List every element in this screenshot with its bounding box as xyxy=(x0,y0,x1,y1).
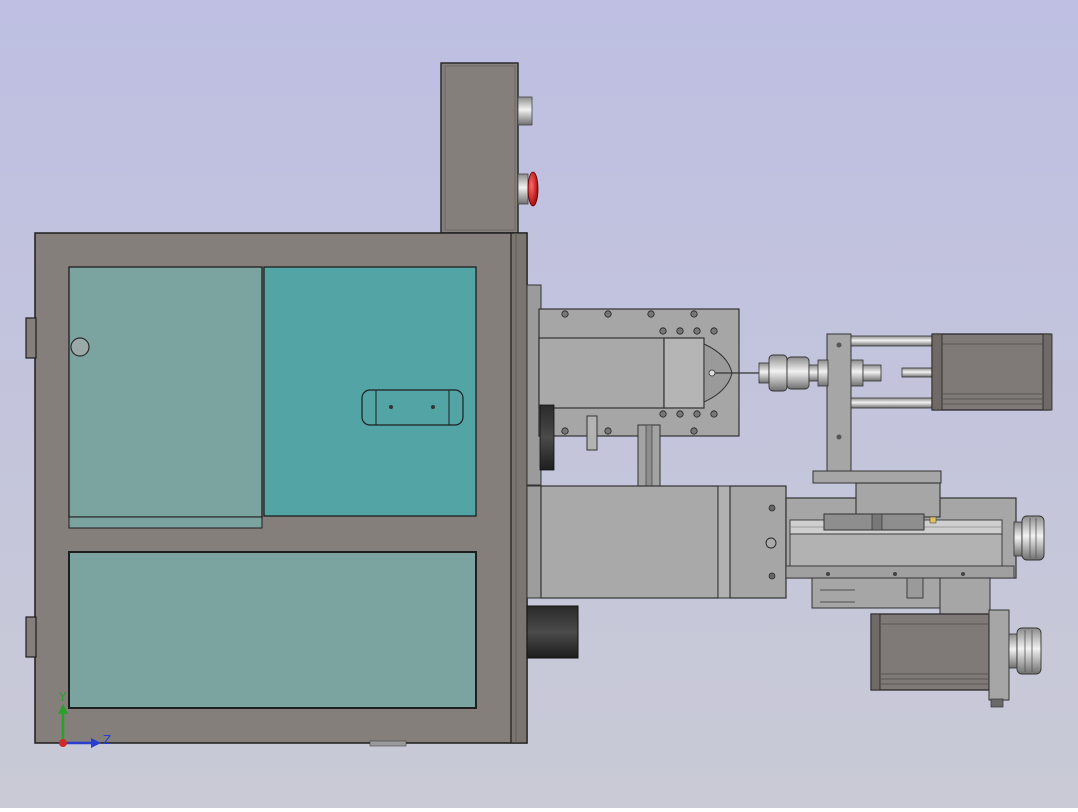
slide-housing xyxy=(526,485,787,599)
lower-panel[interactable] xyxy=(68,551,477,709)
y-axis-label: Y xyxy=(58,690,67,704)
emergency-stop-button[interactable] xyxy=(517,171,539,207)
servo-motor-top xyxy=(931,333,1053,411)
control-box xyxy=(440,62,519,234)
pulley-right xyxy=(1013,515,1045,561)
dark-cylinder xyxy=(526,605,579,659)
cad-drawing: Y Z xyxy=(0,0,1078,808)
door-panel-left[interactable] xyxy=(68,266,263,529)
door-handle[interactable] xyxy=(361,389,464,426)
origin-dot xyxy=(59,739,67,747)
door-lock-icon[interactable] xyxy=(70,337,90,357)
control-knob[interactable] xyxy=(517,96,533,126)
cad-viewport[interactable]: Y Z xyxy=(0,0,1078,808)
pulley-bottom xyxy=(1008,627,1042,675)
z-axis-label: Z xyxy=(103,733,111,747)
